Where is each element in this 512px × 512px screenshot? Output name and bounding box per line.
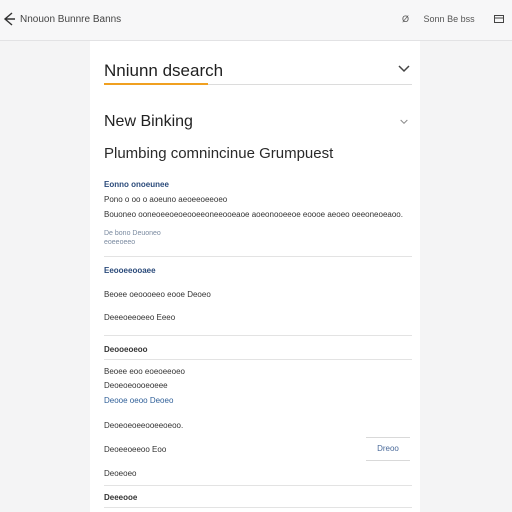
section-2-link[interactable]: Deooe oeoo Deoeo (104, 396, 173, 405)
chevron-down-icon[interactable] (398, 65, 410, 73)
section-1-item-1[interactable]: Beoee oeoooeeo eooe Deoeo (104, 290, 211, 299)
section-1-item-2[interactable]: Deeeoeeoeeo Eeeo (104, 313, 175, 322)
section-2-label: Deooeoeoo (104, 345, 148, 354)
block-line-2: Bouoneo ooneoeeoeoeooeeoneeooeaoe aoeono… (104, 210, 403, 219)
section-3-item-3[interactable]: Deoeoeo (104, 469, 136, 478)
section-divider (104, 485, 412, 486)
section-divider (104, 256, 412, 257)
main-panel: Nniunn dsearch New Binking Plumbing comn… (90, 41, 420, 512)
top-bar-menu: Ø Sonn Be bss (402, 14, 475, 24)
menu-item-3[interactable]: Be (447, 14, 458, 24)
block-link[interactable]: De bono Deuoneo (104, 230, 161, 237)
section-divider (104, 335, 412, 336)
page-subtitle: Plumbing comnincinue Grumpuest (104, 145, 334, 162)
block-line-1: Pono o oo o aoeuno aeoeeoeeoeo (104, 195, 228, 204)
new-booking-heading: New Binking (104, 113, 193, 130)
section-2-item-2[interactable]: Deoeoeoooeoeee (104, 381, 168, 390)
section-3-item-4: Deeeooe (104, 493, 138, 502)
action-button[interactable]: Dreoo (366, 437, 410, 461)
block-note: eoeeoeeo (104, 239, 136, 246)
block-label: Eonno onoeunee (104, 180, 169, 189)
window-title: Nnouon Bunnre Banns (20, 14, 122, 25)
section-1-label: Eeooeeooaee (104, 266, 156, 275)
menu-item-4[interactable]: bss (461, 14, 475, 24)
back-arrow-icon[interactable] (2, 11, 16, 27)
window-icon[interactable] (494, 15, 504, 23)
section-divider (104, 359, 412, 360)
chevron-down-icon-small[interactable] (400, 119, 408, 125)
heading-divider (208, 84, 412, 85)
menu-item-1[interactable]: Ø (402, 14, 409, 24)
menu-item-2[interactable]: Sonn (424, 14, 445, 24)
top-bar: Nnouon Bunnre Banns Ø Sonn Be bss (0, 0, 512, 41)
section-2-item-1[interactable]: Beoee eoo eoeoeeoeo (104, 367, 185, 376)
section-divider (104, 507, 412, 508)
section-3-item-1[interactable]: Deoeoeoeeooeeoeoo. (104, 421, 183, 430)
section-3-item-2[interactable]: Deoeeoeeoo Eoo (104, 445, 166, 454)
search-heading: Nniunn dsearch (104, 61, 224, 80)
active-underline (104, 83, 208, 85)
